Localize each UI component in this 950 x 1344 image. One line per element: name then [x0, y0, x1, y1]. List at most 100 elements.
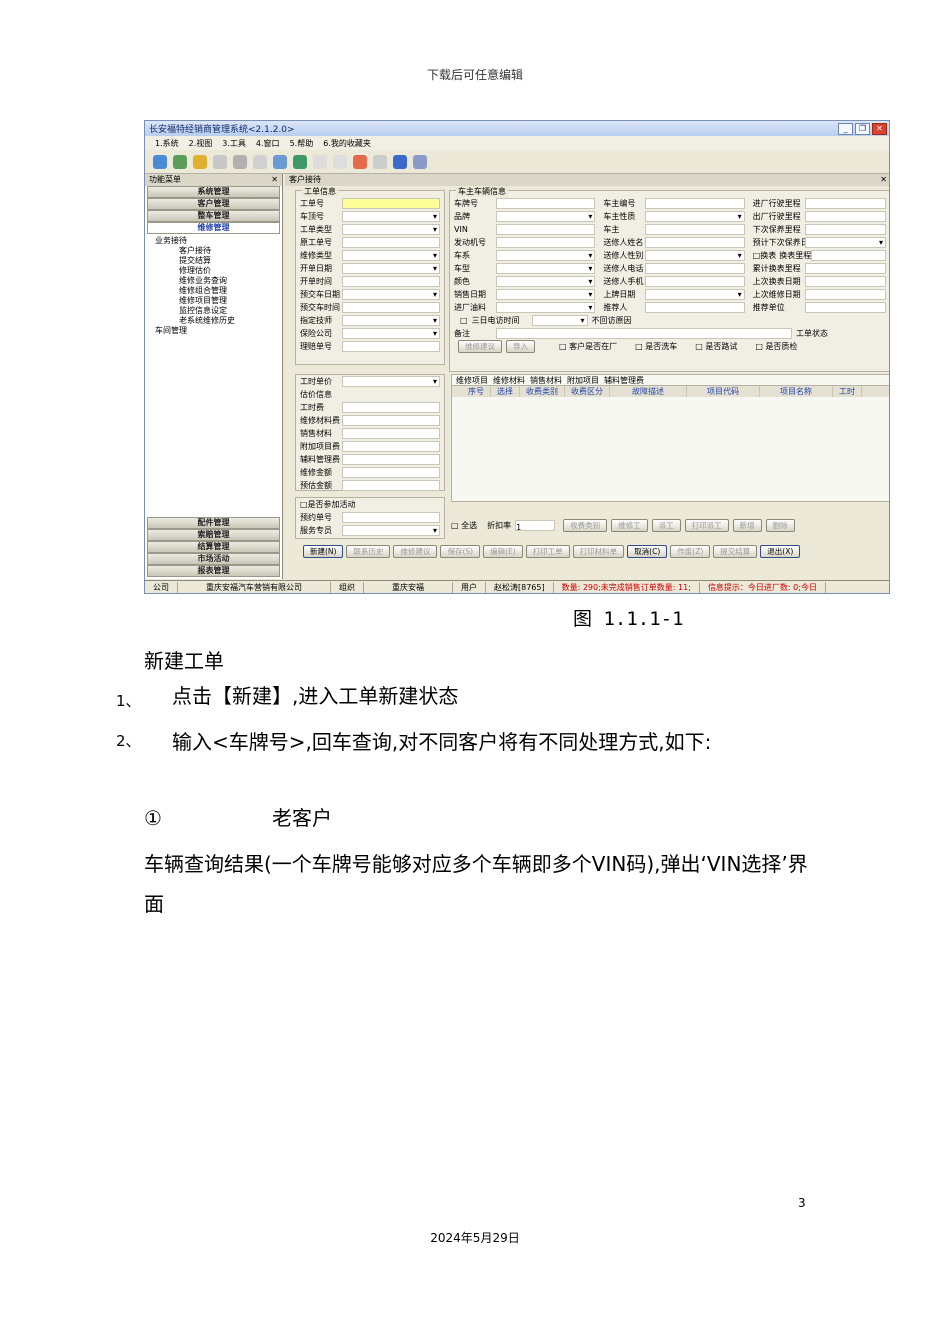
tree-root-workshop[interactable]: 车间管理 [149, 326, 278, 336]
window-list-icon[interactable] [373, 154, 387, 169]
field-input[interactable] [496, 288, 596, 301]
tree-item[interactable]: 修理估价 [149, 266, 278, 276]
field-input[interactable] [496, 249, 596, 262]
grid-tab[interactable]: 辅料管理费 [604, 375, 644, 385]
field-input[interactable] [342, 237, 440, 248]
tree-item[interactable]: 维修项目管理 [149, 296, 278, 306]
field-input[interactable] [342, 249, 440, 262]
field-input[interactable] [645, 302, 745, 313]
edit-button[interactable]: 编辑(E) [483, 545, 523, 558]
field-input[interactable] [804, 211, 887, 222]
print-dispatch-button[interactable]: 打印派工 [684, 519, 729, 532]
contact-history-button[interactable]: 联系历史 [346, 545, 391, 558]
tree-item[interactable]: 老系统维修历史 [149, 316, 278, 326]
grid-col[interactable]: 选择 [491, 386, 520, 397]
tab-reception[interactable]: 客户接待 [289, 174, 321, 186]
grid-col[interactable]: 故障描述 [610, 386, 687, 397]
window-icon[interactable] [353, 154, 367, 169]
module-customer[interactable]: 客户管理 [147, 198, 280, 210]
field-input[interactable] [645, 263, 745, 274]
save-button[interactable]: 保存(S) [440, 545, 481, 558]
forward-icon[interactable] [333, 154, 347, 169]
submit-settlement-button[interactable]: 提交结算 [713, 545, 758, 558]
field-input[interactable] [804, 302, 887, 313]
field-input[interactable] [342, 402, 440, 413]
tree-item[interactable]: 维修组合管理 [149, 286, 278, 296]
grid-tab[interactable]: 维修材料 [493, 375, 525, 385]
field-input[interactable] [811, 250, 887, 261]
field-input[interactable] [342, 375, 440, 388]
menu-tools[interactable]: 3.工具 [222, 138, 246, 149]
field-input[interactable] [531, 314, 588, 327]
field-input[interactable] [804, 289, 887, 300]
calculator-icon[interactable] [273, 154, 287, 169]
field-input[interactable] [496, 301, 596, 314]
field-input[interactable] [342, 428, 440, 439]
field-input[interactable] [342, 262, 440, 275]
field-input[interactable] [804, 224, 887, 235]
menu-help[interactable]: 5.帮助 [290, 138, 314, 149]
module-claims[interactable]: 索赔管理 [147, 529, 280, 541]
grid-tab[interactable]: 附加项目 [567, 375, 599, 385]
checkbox[interactable]: □ [450, 314, 468, 327]
activity-check[interactable]: □ [296, 498, 308, 511]
field-input[interactable] [804, 276, 887, 287]
module-marketing[interactable]: 市场活动 [147, 553, 280, 565]
work-order-input[interactable] [342, 198, 440, 209]
field-input[interactable] [342, 302, 440, 313]
chart-icon[interactable] [293, 154, 307, 169]
field-input[interactable] [496, 262, 596, 275]
field-input[interactable] [496, 275, 596, 288]
grid-col[interactable]: 序号 [462, 386, 491, 397]
add-button[interactable]: 新增 [732, 519, 762, 532]
field-input[interactable] [342, 276, 440, 287]
grid-col[interactable]: 项目代码 [687, 386, 760, 397]
field-input[interactable] [804, 263, 887, 274]
dispatch-button[interactable]: 派工 [651, 519, 681, 532]
field-input[interactable] [342, 223, 440, 236]
repair-suggest-button[interactable]: 维修建议 [393, 545, 438, 558]
close-icon[interactable]: ✕ [872, 122, 887, 135]
module-repair[interactable]: 维修管理 [147, 222, 280, 234]
field-input[interactable] [804, 236, 887, 249]
swap-check[interactable]: □ [749, 249, 761, 262]
tree-item[interactable]: 提交结算 [149, 256, 278, 266]
grid-tab[interactable]: 销售材料 [530, 375, 562, 385]
tree-root[interactable]: 业务接待 [149, 236, 278, 246]
check-qc[interactable]: □ 是否质检 [755, 340, 797, 353]
exit-button[interactable]: 退出(X) [760, 545, 801, 558]
field-input[interactable] [645, 198, 745, 209]
back-icon[interactable] [313, 154, 327, 169]
users-icon[interactable] [153, 154, 167, 169]
tree-item[interactable]: 监控信息设定 [149, 306, 278, 316]
globe-icon[interactable] [173, 154, 187, 169]
cut-icon[interactable] [233, 154, 247, 169]
cancel-button[interactable]: 取消(C) [627, 545, 668, 558]
grid-col[interactable]: 项目名称 [760, 386, 833, 397]
tree-item[interactable]: 维修业务查询 [149, 276, 278, 286]
arrow-icon[interactable] [393, 154, 407, 169]
field-input[interactable] [342, 454, 440, 465]
copy-icon[interactable] [213, 154, 227, 169]
exit-icon[interactable] [413, 154, 427, 169]
field-input[interactable] [342, 480, 440, 491]
sidebar-close-icon[interactable]: ✕ [271, 174, 278, 186]
field-input[interactable] [645, 210, 745, 223]
field-input[interactable] [496, 210, 596, 223]
field-input[interactable] [342, 210, 440, 223]
check-road-test[interactable]: □ 是否路试 [695, 340, 737, 353]
field-input[interactable] [496, 224, 596, 235]
check-wash[interactable]: □ 是否洗车 [635, 340, 677, 353]
field-input[interactable] [342, 288, 440, 301]
menu-view[interactable]: 2.视图 [189, 138, 213, 149]
grid-col[interactable]: 收费类别 [520, 386, 565, 397]
fee-type-button[interactable]: 收费类别 [563, 519, 608, 532]
print-order-button[interactable]: 打印工单 [525, 545, 570, 558]
paste-icon[interactable] [253, 154, 267, 169]
restore-icon[interactable]: ❐ [855, 122, 870, 135]
field-input[interactable] [496, 237, 596, 248]
field-input[interactable] [804, 198, 887, 209]
discount-input[interactable]: 1 [515, 520, 556, 532]
print-material-button[interactable]: 打印材料单 [572, 545, 625, 558]
field-input[interactable] [342, 524, 440, 537]
